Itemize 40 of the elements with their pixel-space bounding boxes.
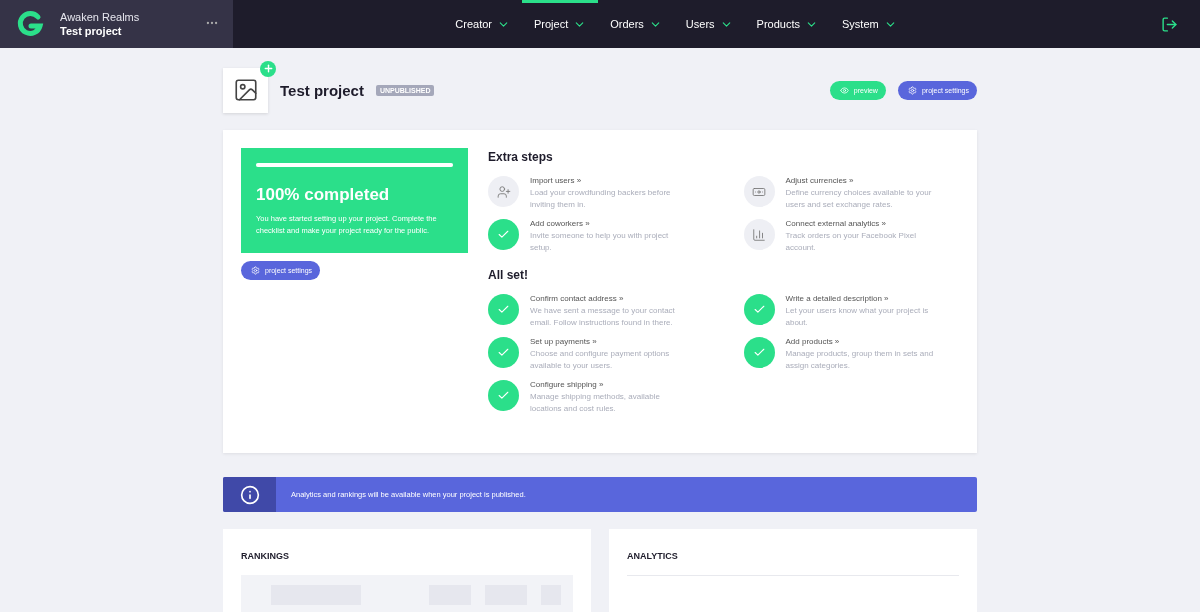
section-title: All set!	[488, 268, 529, 282]
step-description: Track orders on your Facebook Pixel account.	[785, 230, 917, 254]
step-description: Load your crowdfunding backers before inviting them in.	[530, 187, 672, 211]
project-title: Test project	[280, 81, 364, 99]
step-link[interactable]: Write a detailed description »	[785, 294, 936, 303]
progress-title: 100% completed	[256, 185, 391, 205]
nav-tab[interactable]: Creator	[443, 0, 522, 45]
logo-icon	[16, 10, 44, 38]
company-name: Awaken Realms	[60, 11, 141, 23]
step-description: Let your users know what your project is about.	[785, 305, 930, 329]
eye-icon	[839, 85, 849, 95]
image-icon	[232, 77, 259, 103]
nav-tab[interactable]: Orders	[598, 0, 674, 45]
step-link[interactable]: Confirm contact address »	[530, 294, 680, 303]
step-link[interactable]: Configure shipping »	[530, 380, 680, 389]
plus-icon	[262, 63, 274, 74]
card-title: RANKINGS	[241, 551, 290, 561]
nav-tab[interactable]: Users	[673, 0, 745, 45]
step-link[interactable]: Add coworkers »	[530, 219, 680, 228]
settings-icon	[907, 85, 917, 95]
step-link[interactable]: Set up payments »	[530, 337, 680, 346]
step-link[interactable]: Connect external analytics »	[785, 219, 936, 228]
nav-tab[interactable]: Products	[744, 0, 830, 45]
step-description: Manage products, group them in sets and assign categories.	[785, 348, 935, 372]
step-description: Manage shipping methods, available locations and cost rules.	[530, 391, 661, 415]
project-name: Test project	[60, 25, 123, 37]
step-link[interactable]: Add products »	[785, 337, 936, 346]
info-icon	[239, 484, 260, 505]
step-description: Invite someone to help you with project setup.	[530, 230, 670, 254]
logout-icon	[1161, 15, 1178, 33]
nav-tab[interactable]: System	[830, 0, 909, 45]
step-link[interactable]: Adjust currencies »	[785, 176, 936, 185]
step-link[interactable]: Import users »	[530, 176, 680, 185]
step-description: Define currency choices available to your users and set exchange rates.	[785, 187, 933, 211]
section-title: Extra steps	[488, 150, 554, 164]
card-title: ANALYTICS	[627, 551, 679, 561]
settings-icon	[251, 266, 260, 275]
step-description: We have sent a message to your contact email. Follow instructions found in there.	[530, 305, 676, 329]
nav-tab[interactable]: Project	[522, 0, 599, 45]
step-description: Choose and configure payment options available to your users.	[530, 348, 671, 372]
